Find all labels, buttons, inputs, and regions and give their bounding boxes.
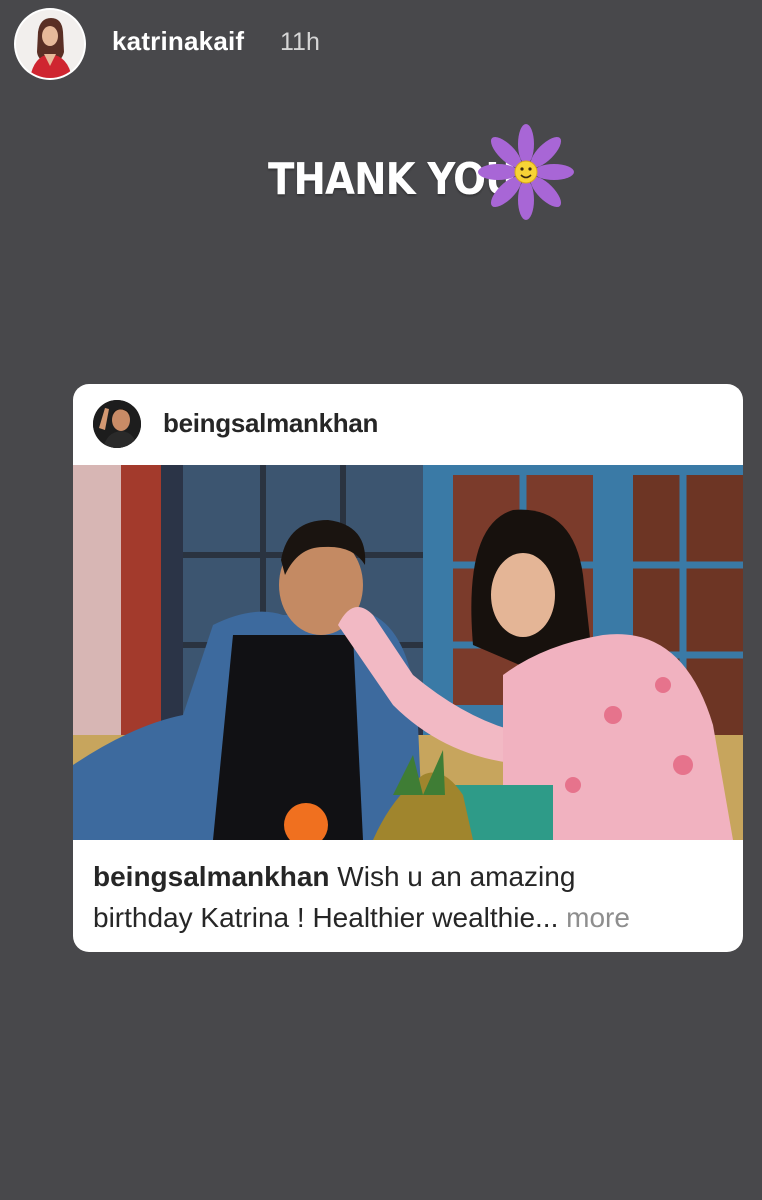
caption-line-1: beingsalmankhan Wish u an amazing — [93, 856, 723, 897]
caption-text-2: birthday Katrina ! Healthier wealthie... — [93, 902, 559, 933]
story-username[interactable]: katrinakaif — [112, 26, 244, 57]
smiley-flower-icon — [476, 122, 576, 222]
story-timestamp: 11h — [280, 28, 320, 56]
story-header: katrinakaif 11h — [0, 0, 762, 90]
shared-post-card[interactable]: beingsalmankhan beingsalmankhan Wish u a… — [73, 384, 743, 952]
post-username[interactable]: beingsalmankhan — [163, 408, 378, 439]
post-image — [73, 465, 743, 840]
post-photo[interactable] — [73, 465, 743, 840]
post-header: beingsalmankhan — [73, 384, 743, 464]
post-caption: beingsalmankhan Wish u an amazing birthd… — [93, 856, 723, 938]
profile-photo — [16, 10, 84, 78]
post-avatar[interactable] — [93, 400, 141, 448]
story-avatar[interactable] — [16, 10, 84, 78]
caption-text-1: Wish u an amazing — [329, 861, 576, 892]
caption-line-2: birthday Katrina ! Healthier wealthie...… — [93, 897, 723, 938]
caption-username[interactable]: beingsalmankhan — [93, 861, 330, 892]
post-profile-photo — [93, 400, 141, 448]
caption-more-link[interactable]: more — [558, 902, 630, 933]
